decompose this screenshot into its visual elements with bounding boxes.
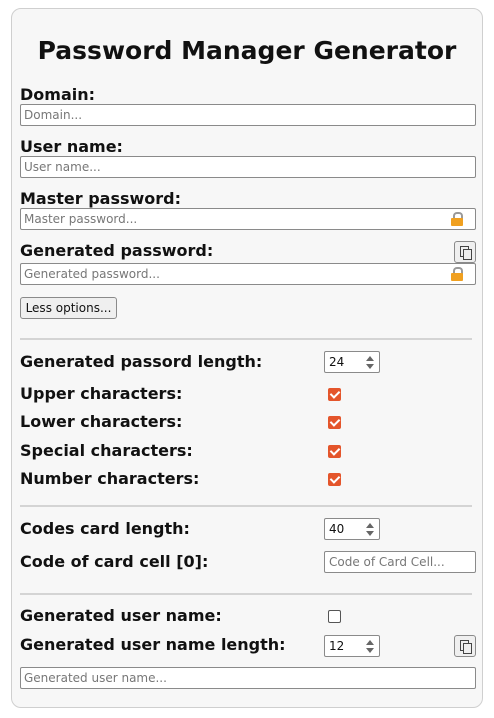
codes-card-length-input[interactable]: 40 — [324, 518, 380, 540]
generated-user-name-length-input[interactable]: 12 — [324, 635, 380, 657]
password-length-value: 24 — [329, 355, 345, 369]
number-characters-checkbox[interactable] — [328, 473, 341, 486]
generated-user-name-label: Generated user name: — [20, 606, 222, 625]
less-options-button[interactable]: Less options... — [20, 297, 117, 319]
codes-card-length-value: 40 — [329, 522, 345, 536]
generated-user-name-placeholder: Generated user name... — [24, 671, 167, 685]
codes-card-length-label: Codes card length: — [20, 519, 190, 538]
master-password-label: Master password: — [20, 189, 182, 208]
divider — [20, 593, 472, 595]
special-characters-label: Special characters: — [20, 441, 193, 460]
generated-user-name-input[interactable]: Generated user name... — [20, 667, 476, 689]
generated-user-name-checkbox[interactable] — [328, 610, 341, 623]
divider — [20, 505, 472, 507]
username-input[interactable]: User name... — [20, 156, 476, 178]
lower-characters-checkbox[interactable] — [328, 416, 341, 429]
upper-characters-label: Upper characters: — [20, 384, 183, 403]
copy-user-name-button[interactable] — [454, 635, 476, 657]
lock-icon[interactable] — [451, 212, 463, 226]
spinner-icon[interactable] — [365, 521, 375, 537]
copy-password-button[interactable] — [454, 241, 476, 263]
special-characters-checkbox[interactable] — [328, 445, 341, 458]
generated-password-label: Generated password: — [20, 241, 214, 260]
domain-placeholder: Domain... — [24, 108, 83, 122]
spinner-icon[interactable] — [365, 638, 375, 654]
copy-icon — [460, 246, 472, 260]
generated-password-input[interactable]: Generated password... — [20, 263, 476, 285]
master-password-placeholder: Master password... — [24, 212, 138, 226]
domain-input[interactable]: Domain... — [20, 104, 476, 126]
lower-characters-label: Lower characters: — [20, 412, 183, 431]
number-characters-label: Number characters: — [20, 469, 200, 488]
divider — [20, 338, 472, 340]
domain-label: Domain: — [20, 85, 96, 104]
lock-icon[interactable] — [451, 267, 463, 281]
generated-user-name-length-value: 12 — [329, 639, 345, 653]
code-card-cell-placeholder: Code of Card Cell... — [329, 555, 445, 569]
generated-user-name-length-label: Generated user name length: — [20, 635, 286, 654]
generated-password-placeholder: Generated password... — [24, 267, 160, 281]
copy-icon — [460, 640, 472, 654]
page-title: Password Manager Generator — [37, 36, 457, 65]
code-card-cell-input[interactable]: Code of Card Cell... — [324, 551, 476, 573]
master-password-input[interactable]: Master password... — [20, 208, 476, 230]
upper-characters-checkbox[interactable] — [328, 388, 341, 401]
code-card-cell-label: Code of card cell [0]: — [20, 552, 209, 571]
password-length-input[interactable]: 24 — [324, 351, 380, 373]
spinner-icon[interactable] — [365, 354, 375, 370]
password-length-label: Generated passord length: — [20, 352, 263, 371]
username-label: User name: — [20, 137, 123, 156]
username-placeholder: User name... — [24, 160, 101, 174]
